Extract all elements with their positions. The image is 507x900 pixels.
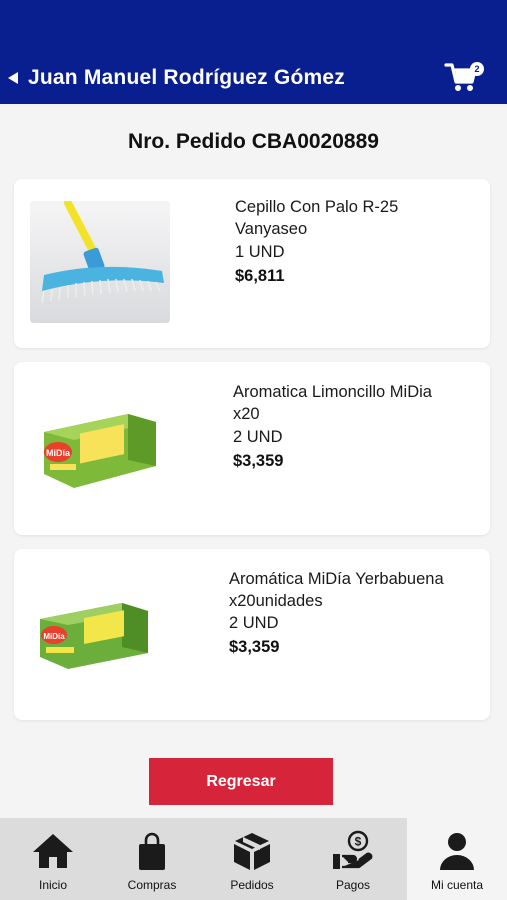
- product-name: Aromática MiDía Yerbabuena x20unidades: [229, 570, 444, 610]
- nav-item-pedidos[interactable]: Pedidos: [202, 818, 302, 900]
- regresar-button[interactable]: Regresar: [149, 758, 333, 805]
- cart-count-badge: 2: [470, 62, 484, 76]
- product-price: $3,359: [233, 452, 284, 470]
- user-icon[interactable]: [435, 830, 479, 872]
- product-name: Cepillo Con Palo R-25 Vanyaseo: [235, 198, 399, 238]
- product-image: [30, 201, 170, 323]
- order-number-title: Nro. Pedido CBA0020889: [128, 130, 379, 153]
- payment-hand-icon[interactable]: $: [331, 830, 375, 872]
- product-image: MiDía: [38, 597, 152, 671]
- nav-label-compras: Compras: [127, 878, 177, 892]
- shopping-bag-icon[interactable]: [130, 830, 174, 872]
- box-icon[interactable]: [230, 830, 274, 872]
- back-button[interactable]: Juan Manuel Rodríguez Gómez: [8, 64, 345, 92]
- product-name: Aromatica Limoncillo MiDia x20: [233, 383, 432, 423]
- product-image: MiDía: [40, 402, 160, 490]
- svg-text:MiDía: MiDía: [43, 632, 65, 641]
- user-name: Juan Manuel Rodríguez Gómez: [28, 66, 345, 89]
- order-item-card: MiDía Aromatica Limoncillo MiDia x20 2 U…: [14, 362, 490, 535]
- svg-text:$: $: [355, 835, 362, 849]
- product-quantity: 2 UND: [233, 428, 283, 446]
- svg-text:MiDía: MiDía: [46, 448, 71, 458]
- home-icon[interactable]: [31, 830, 75, 872]
- app-header: Juan Manuel Rodríguez Gómez 2: [0, 0, 507, 104]
- nav-item-compras[interactable]: Compras: [102, 818, 202, 900]
- nav-label-mi-cuenta: Mi cuenta: [430, 878, 484, 892]
- nav-label-inicio: Inicio: [38, 878, 67, 892]
- order-item-card: MiDía Aromática MiDía Yerbabuena x20unid…: [14, 549, 490, 720]
- product-quantity: 1 UND: [235, 243, 285, 261]
- product-quantity: 2 UND: [229, 614, 279, 632]
- nav-label-pedidos: Pedidos: [230, 878, 274, 892]
- tea-box-image-icon: MiDía: [40, 603, 148, 669]
- broom-image-icon: [30, 201, 170, 323]
- nav-item-inicio[interactable]: Inicio: [3, 818, 103, 900]
- bottom-navigation: Inicio Compras Pedidos $ Pagos Mi cuenta: [0, 818, 507, 900]
- order-item-card: Cepillo Con Palo R-25 Vanyaseo 1 UND $6,…: [14, 179, 490, 348]
- product-price: $3,359: [229, 638, 280, 656]
- product-price: $6,811: [235, 267, 285, 285]
- nav-item-mi-cuenta[interactable]: Mi cuenta: [407, 818, 507, 900]
- back-arrow-icon[interactable]: [8, 72, 18, 84]
- nav-label-pagos: Pagos: [335, 878, 371, 892]
- cart-button[interactable]: 2: [444, 60, 486, 96]
- tea-box-image-icon: MiDía: [44, 414, 156, 488]
- nav-item-pagos[interactable]: $ Pagos: [303, 818, 403, 900]
